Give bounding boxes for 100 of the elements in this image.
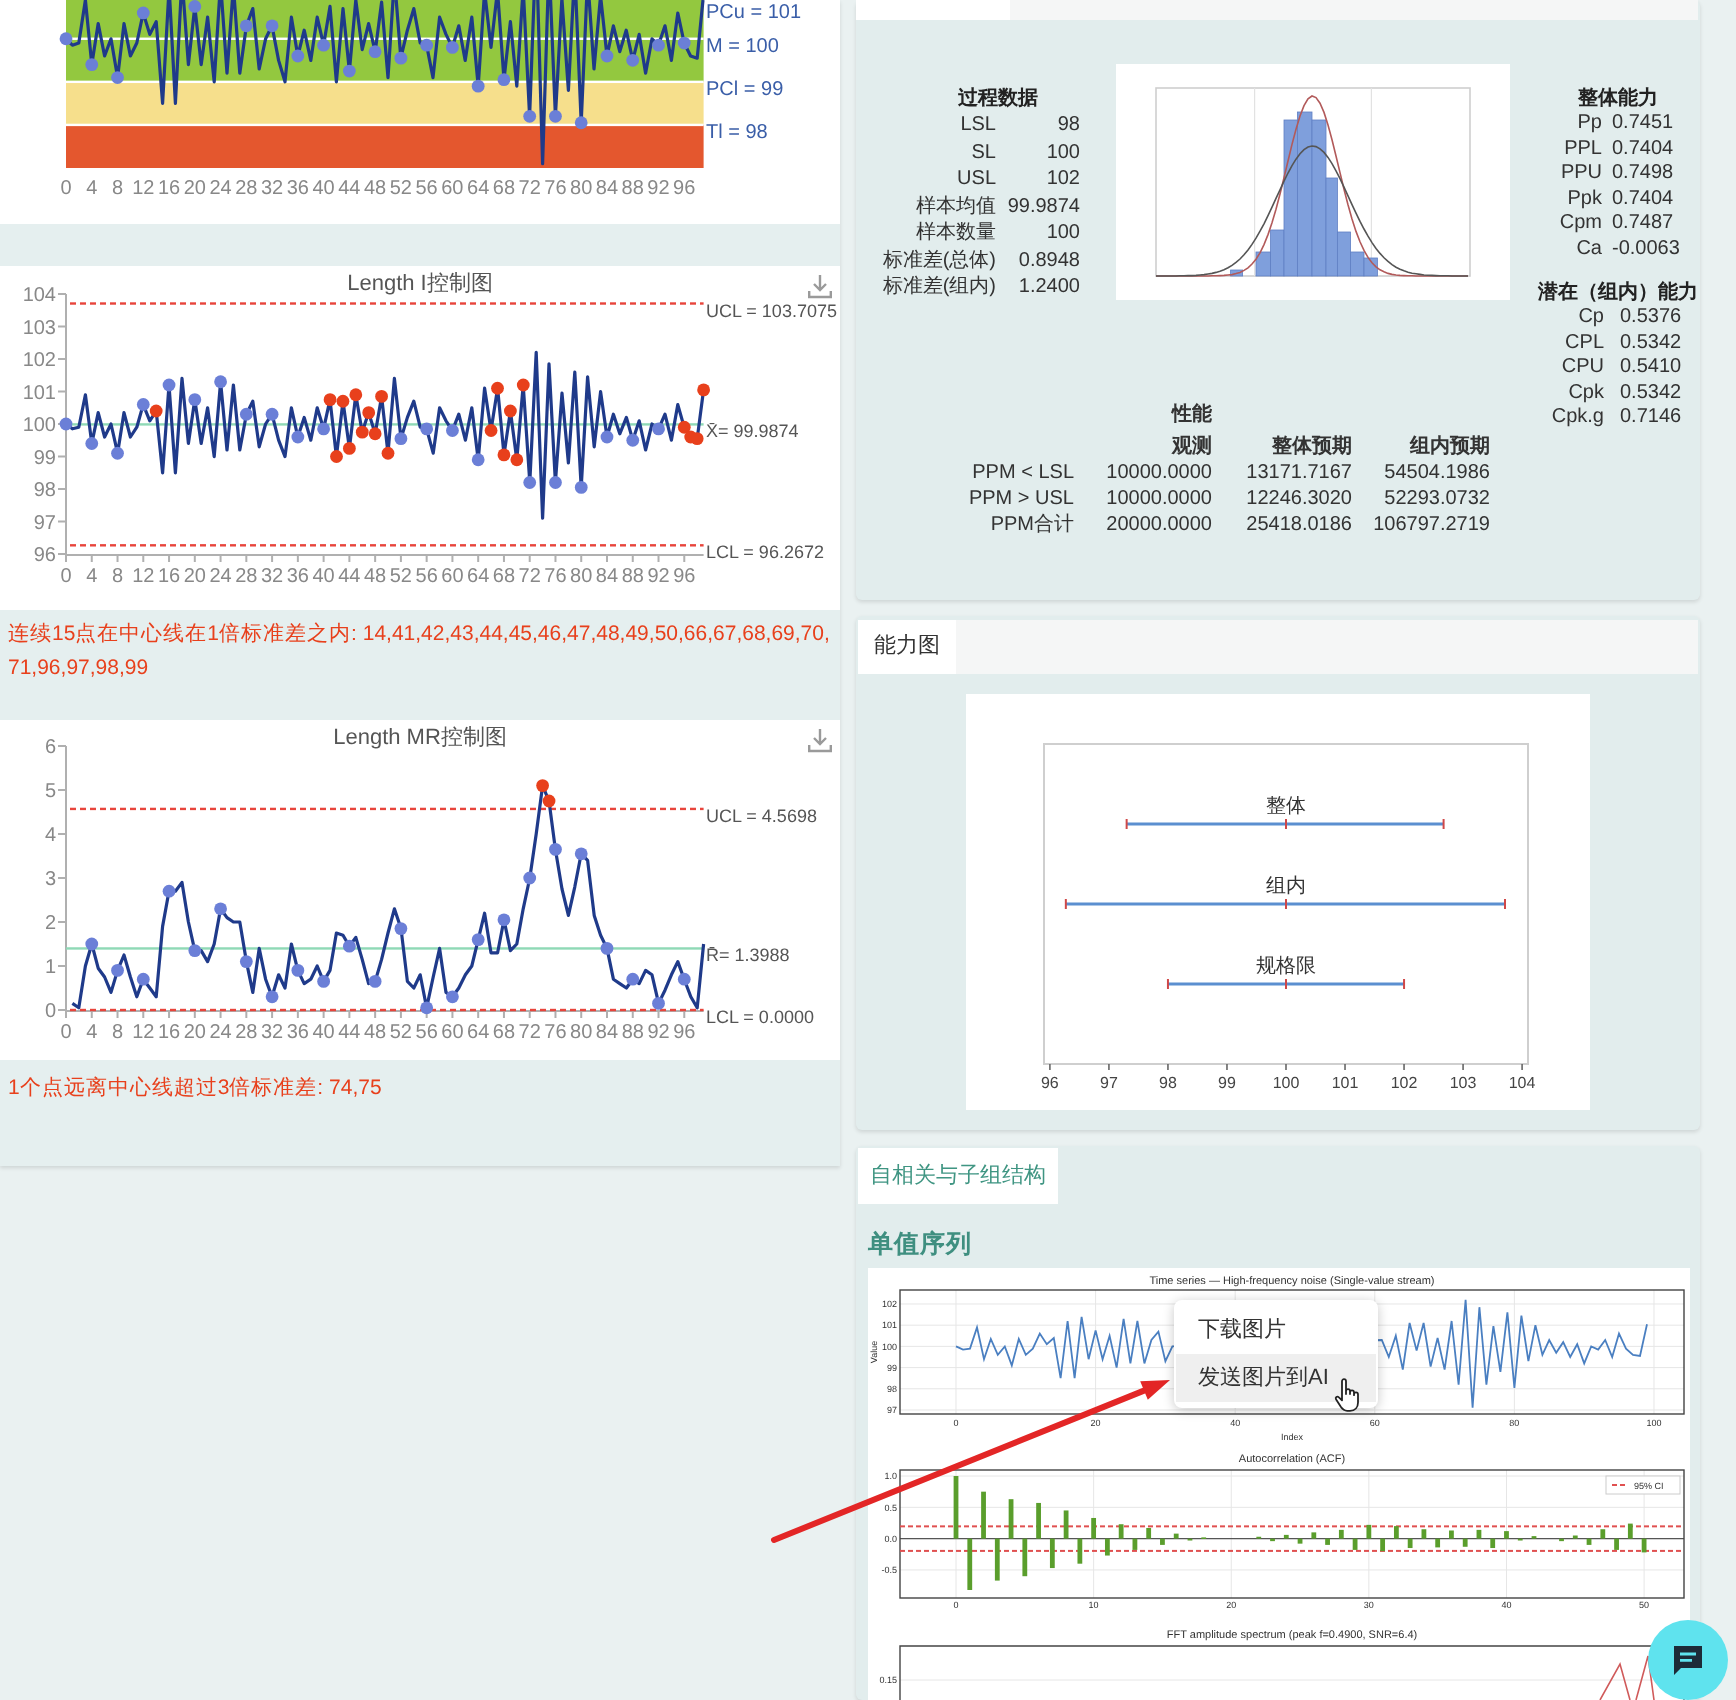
- data-point: [652, 997, 665, 1010]
- data-point: [265, 19, 279, 33]
- download-icon[interactable]: [808, 727, 832, 753]
- axis-tick-label: 68: [492, 566, 516, 588]
- limit-label: LCL = 0.0000: [706, 1007, 814, 1027]
- field-label: Ppk: [1567, 187, 1604, 212]
- axis-tick-label: 96: [673, 1022, 696, 1044]
- data-point: [626, 433, 640, 447]
- axis-tick-label: 40: [312, 566, 335, 588]
- zone-label: PCu = 101: [706, 2, 802, 24]
- field-label: 样本数量: [916, 220, 996, 247]
- axis-tick-label: 99: [1218, 1074, 1236, 1092]
- data-point: [600, 430, 614, 444]
- axis-tick-label: 56: [415, 178, 438, 200]
- table-cell: 106797.2719: [1373, 512, 1490, 538]
- warning-text: 1个点远离中心线超过3倍标准差: 74,75: [6, 1074, 384, 1104]
- axis-tick-label: 99: [33, 447, 56, 470]
- spectrum-line: [1599, 1655, 1655, 1700]
- field-value: 100: [1046, 139, 1080, 166]
- field-label: PPL: [1564, 137, 1604, 162]
- axis-tick-label: 28: [235, 566, 258, 588]
- axis-tick-label: 76: [544, 1022, 567, 1044]
- warning-text: 连续15点在中心线在1倍标准差之内: 14,41,42,43,44,45,46,47,48,49,50,66,67,68,69,70,71,96,97,98,99: [6, 620, 832, 684]
- field-value: 0.8948: [1018, 247, 1080, 274]
- axis-tick-label: 98: [1159, 1074, 1177, 1092]
- field-value: 0.7404: [1612, 187, 1674, 212]
- field-label: 样本均值: [916, 193, 996, 220]
- data-point: [446, 41, 459, 54]
- axis-tick-label: 103: [22, 317, 56, 340]
- axis-tick-label: 101: [1331, 1074, 1359, 1092]
- field-value: 0.7487: [1612, 212, 1674, 237]
- axis-tick-label: 100: [1272, 1074, 1300, 1092]
- axis-tick-label: 24: [209, 1022, 232, 1044]
- table-cell: 54504.1986: [1384, 460, 1490, 486]
- axis-tick-label: 60: [441, 1022, 464, 1044]
- axis-tick-label: 84: [595, 1022, 619, 1044]
- tab[interactable]: 自相关与子组结构: [858, 1148, 1058, 1204]
- axis-tick-label: 52: [389, 566, 413, 588]
- data-point: [214, 375, 227, 389]
- data-point: [394, 922, 408, 935]
- field-value: 0.7404: [1612, 137, 1674, 162]
- data-point: [549, 476, 562, 489]
- axis-tick-label: 64: [467, 178, 490, 200]
- axis-tick-label: 20: [183, 178, 206, 200]
- data-point: [239, 407, 253, 421]
- data-point: [291, 430, 305, 444]
- field-label: Cp: [1578, 306, 1606, 331]
- field-value: 0.7146: [1620, 406, 1682, 431]
- axis-tick-label: 80: [570, 178, 593, 200]
- data-point: [291, 49, 305, 63]
- axis-tick-label: 6: [44, 737, 56, 759]
- data-point: [291, 964, 305, 977]
- histogram-bar: [1230, 269, 1243, 277]
- tab[interactable]: 能力图: [858, 620, 956, 674]
- zone-label: M = 100: [706, 35, 779, 58]
- data-point: [677, 36, 691, 50]
- section-title: 性能: [1172, 402, 1212, 428]
- axis-tick-label: 3: [44, 869, 56, 891]
- axis-tick-label: 4: [86, 1022, 98, 1044]
- data-point: [574, 847, 588, 861]
- axis-tick-label: 72: [518, 566, 541, 588]
- section-title: 整体能力: [1576, 86, 1660, 112]
- download-icon[interactable]: [808, 273, 832, 299]
- data-point: [317, 38, 330, 52]
- axis-tick-label: 103: [1449, 1074, 1477, 1092]
- limit-label: X̄= 99.9874: [706, 421, 799, 442]
- data-point: [652, 38, 665, 52]
- menu-item[interactable]: 下载图片: [1176, 1306, 1376, 1354]
- column-header: 组内预期: [1410, 434, 1490, 460]
- axis-tick-label: 8: [111, 178, 124, 200]
- data-point: [85, 58, 99, 71]
- axis-tick-label: 52: [389, 1022, 413, 1044]
- axis-tick-label: 0: [60, 566, 72, 588]
- field-label: SL: [971, 139, 996, 166]
- menu-item[interactable]: 发送图片到AI: [1176, 1354, 1376, 1402]
- data-point: [162, 884, 176, 898]
- data-point: [188, 0, 202, 13]
- data-point: [317, 975, 330, 988]
- axis-tick-label: 104: [22, 285, 56, 307]
- field-label: Cpk: [1568, 381, 1606, 406]
- data-point: [136, 972, 150, 986]
- axis-tick-label: 0: [60, 178, 72, 200]
- field-value: -0.0063: [1612, 237, 1680, 262]
- data-point: [85, 437, 99, 450]
- data-point: [265, 407, 279, 421]
- axis-tick-label: 44: [338, 178, 361, 200]
- axis-tick-label: 96: [33, 545, 56, 567]
- limit-label: UCL = 4.5698: [706, 805, 817, 826]
- chart-title: Length MR控制图: [333, 726, 507, 750]
- data-point: [446, 424, 459, 437]
- axis-tick-label: 76: [544, 178, 567, 200]
- axis-tick-label: 36: [286, 566, 309, 588]
- axis-tick-label: 68: [492, 178, 516, 200]
- field-label: LSL: [960, 112, 996, 139]
- data-point: [136, 398, 150, 411]
- axis-tick-label: 16: [157, 1022, 181, 1044]
- axis-tick-label: 84: [595, 566, 619, 588]
- axis-tick-label: 5: [44, 781, 56, 803]
- field-value: 99.9874: [1007, 193, 1080, 220]
- field-value: 98: [1057, 112, 1080, 139]
